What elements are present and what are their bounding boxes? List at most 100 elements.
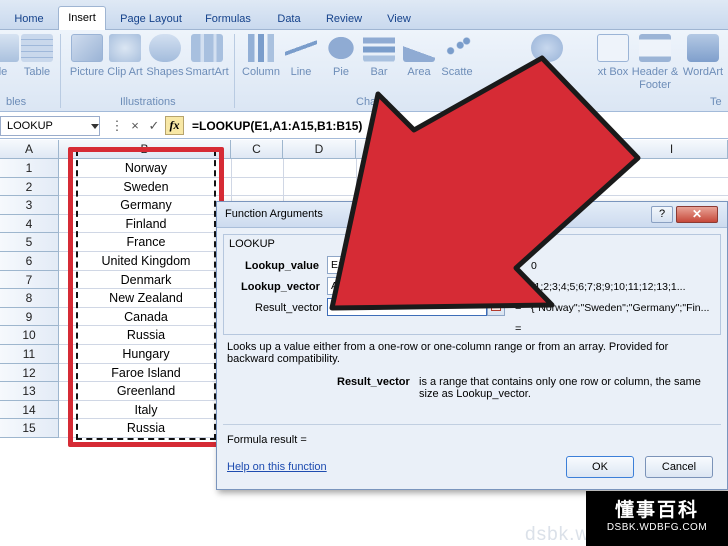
collapse-dialog-icon[interactable] <box>487 298 505 316</box>
text-box-icon <box>597 34 629 62</box>
group-separator <box>60 34 61 108</box>
tab-home[interactable]: Home <box>8 8 50 30</box>
function-description: Looks up a value either from a one-row o… <box>227 341 669 365</box>
equals-sign: = <box>515 260 522 272</box>
row-header[interactable]: 7 <box>0 270 59 290</box>
lookup-value-result: 0 <box>531 260 537 272</box>
smartart-icon <box>191 34 223 62</box>
column-header-e[interactable]: E <box>356 140 436 159</box>
lookup-vector-input[interactable]: A1:A15 <box>327 277 487 295</box>
row-number: 4 <box>25 216 33 231</box>
row-header[interactable]: 1 <box>0 159 59 178</box>
help-button[interactable]: ? <box>651 206 673 223</box>
row-header[interactable]: 6 <box>0 252 59 271</box>
scatter-chart-button[interactable]: Scatte <box>432 34 482 79</box>
name-box[interactable]: LOOKUP <box>0 116 100 136</box>
row-number: 15 <box>22 421 36 436</box>
dialog-divider <box>223 424 721 425</box>
tab-data[interactable]: Data <box>268 8 310 30</box>
group-label-tables: bles <box>6 96 27 108</box>
arg-label-lookup-value: Lookup_value <box>245 260 319 272</box>
watermark-logo: 懂事百科 DSBK.WDBFG.COM <box>586 491 728 546</box>
row-number: 8 <box>25 291 33 306</box>
formula-input[interactable]: =LOOKUP(E1,A1:A15,B1:B15) <box>192 116 362 136</box>
row-number: 5 <box>25 235 33 250</box>
insert-function-button[interactable]: fx <box>165 116 184 135</box>
cell-e1-edit[interactable]: A15 <box>436 160 456 177</box>
column-header-c[interactable]: C <box>231 140 283 159</box>
collapse-dialog-icon[interactable] <box>487 256 505 274</box>
group-label-illustrations: Illustrations <box>120 96 176 108</box>
watermark-url: DSBK.WDBFG.COM <box>606 522 708 533</box>
result-vector-help-label: Result_vector <box>337 376 410 388</box>
row-number: 11 <box>22 347 36 361</box>
row-number: 1 <box>25 161 33 175</box>
row-number: 13 <box>22 384 36 399</box>
lookup-value-input[interactable]: E1 <box>327 256 487 274</box>
pie-chart-icon <box>325 34 357 62</box>
row-header[interactable]: 15 <box>0 419 59 438</box>
row-header[interactable]: 9 <box>0 307 59 327</box>
wordart-icon <box>687 34 719 62</box>
smartart-button[interactable]: SmartArt <box>182 34 232 79</box>
row-header[interactable]: 10 <box>0 326 59 345</box>
row-header[interactable]: 4 <box>0 214 59 234</box>
result-vector-result: {"Norway";"Sweden";"Germany";"Fin... <box>531 302 710 314</box>
table-button[interactable]: Table <box>12 34 62 79</box>
name-box-dropdown-icon[interactable] <box>91 124 99 129</box>
tab-formulas[interactable]: Formulas <box>198 8 258 30</box>
wordart-button[interactable]: WordArt <box>678 34 728 79</box>
column-header-d[interactable]: D <box>283 140 356 159</box>
help-on-this-function-link[interactable]: Help on this function <box>227 461 327 473</box>
arg-label-result-vector: Result_vector <box>255 302 323 314</box>
row-header[interactable]: 11 <box>0 345 59 364</box>
column-header-selected[interactable] <box>436 140 616 159</box>
hyperlink-button[interactable]: Hy <box>522 34 572 79</box>
row-number: 2 <box>25 179 33 194</box>
header-footer-button[interactable]: Header & Footer <box>628 34 682 92</box>
cancel-formula-icon[interactable]: × <box>126 118 144 134</box>
row-header[interactable]: 5 <box>0 233 59 252</box>
row-number: 12 <box>22 365 36 380</box>
row-header[interactable]: 2 <box>0 177 59 197</box>
ribbon-tabs: Home Insert Page Layout Formulas Data Re… <box>0 0 728 31</box>
cancel-button[interactable]: Cancel <box>645 456 713 478</box>
tab-page-layout[interactable]: Page Layout <box>113 8 189 30</box>
column-chart-icon <box>245 34 277 62</box>
enter-formula-icon[interactable]: ✓ <box>145 118 163 134</box>
row-number: 9 <box>25 309 33 324</box>
column-header-i[interactable]: I <box>616 140 728 159</box>
shapes-icon <box>149 34 181 62</box>
table-icon <box>21 34 53 62</box>
collapse-dialog-icon[interactable] <box>487 277 505 295</box>
dialog-title-bar[interactable]: Function Arguments ? ✕ <box>217 202 727 228</box>
area-chart-icon <box>403 34 435 62</box>
function-name: LOOKUP <box>227 238 277 250</box>
row-header[interactable]: 3 <box>0 196 59 215</box>
formula-bar: LOOKUP ⋮ × ✓ fx =LOOKUP(E1,A1:A15,B1:B15… <box>0 113 728 139</box>
row-number: 14 <box>22 402 36 417</box>
ribbon: le Table Picture Clip Art Shapes SmartAr… <box>0 30 728 112</box>
formula-options-icon: ⋮ <box>110 118 124 133</box>
line-chart-icon <box>285 34 317 62</box>
row-header[interactable]: 14 <box>0 400 59 420</box>
group-separator <box>234 34 235 108</box>
hyperlink-icon <box>531 34 563 62</box>
tab-review[interactable]: Review <box>318 8 370 30</box>
lookup-vector-result: {1;2;3;4;5;6;7;8;9;10;11;12;13;1... <box>531 281 686 293</box>
watermark-title: 懂事百科 <box>614 500 699 521</box>
result-vector-input[interactable]: B1:B15 <box>327 298 487 316</box>
row-header[interactable]: 12 <box>0 363 59 383</box>
close-button[interactable]: ✕ <box>676 206 718 223</box>
row-header[interactable]: 8 <box>0 289 59 308</box>
tab-view[interactable]: View <box>378 8 420 30</box>
ok-button[interactable]: OK <box>566 456 634 478</box>
row-header[interactable]: 13 <box>0 382 59 401</box>
column-header-a[interactable]: A <box>0 140 59 159</box>
row-number: 7 <box>25 272 33 287</box>
group-label-charts: Charts <box>356 96 389 108</box>
equals-sign: = <box>515 302 522 314</box>
tab-insert[interactable]: Insert <box>58 6 106 31</box>
function-arguments-dialog: Function Arguments ? ✕ LOOKUP Lookup_val… <box>216 201 728 490</box>
picture-icon <box>71 34 103 62</box>
